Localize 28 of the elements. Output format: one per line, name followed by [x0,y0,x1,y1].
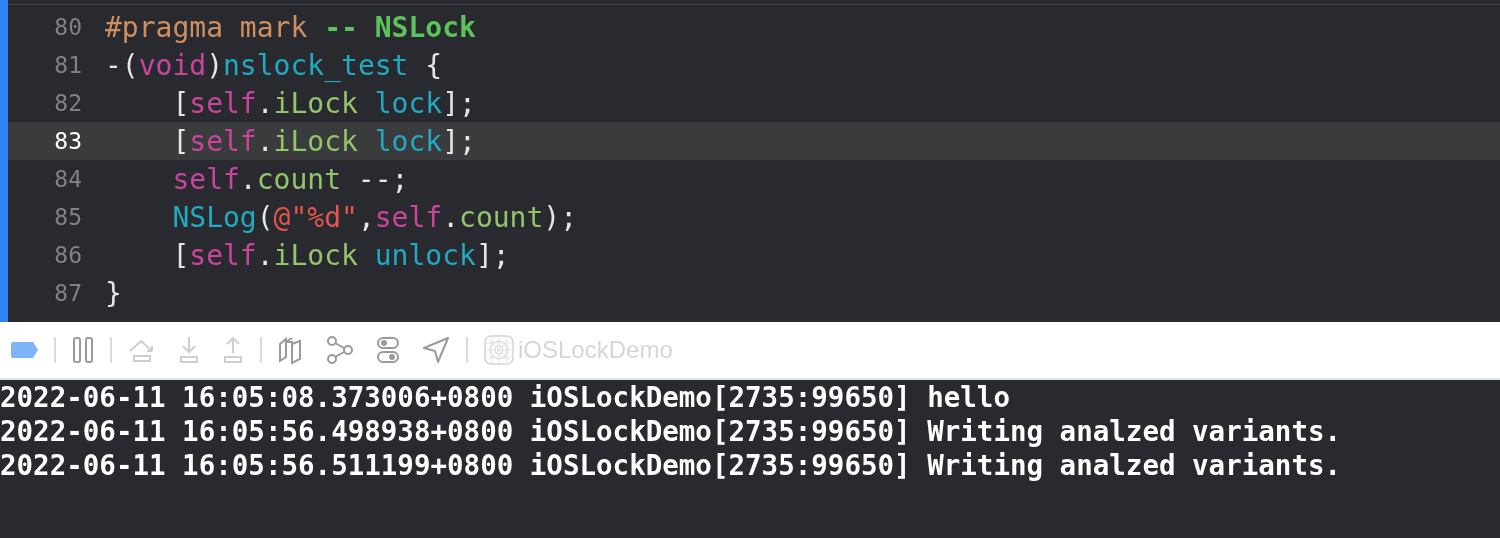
code-line: [self.iLock lock]; [171,124,476,158]
code-line: } [105,276,122,310]
line-number: 86 [53,242,82,268]
code-line: self.count --; [171,162,409,196]
step-over-icon[interactable] [128,337,156,363]
upload-icon[interactable] [222,336,244,364]
line-number: 85 [53,204,82,230]
log-line: 2022-06-11 16:05:08.373006+0800 iOSLockDemo[2735:99650] hello [0,380,1011,414]
location-arrow-icon[interactable] [422,336,450,364]
share-icon[interactable] [326,336,354,364]
code-line: #pragma mark -- NSLock [105,10,476,44]
app-icon[interactable] [484,335,514,365]
log-line: 2022-06-11 16:05:56.511199+0800 iOSLockDemo[2735:99650] Writing analzed variants. [0,448,1343,482]
log-line: 2022-06-11 16:05:56.498938+0800 iOSLockDemo[2735:99650] Writing analzed variants. [0,414,1343,448]
code-line: [self.iLock unlock]; [171,238,510,272]
toggles-icon[interactable] [376,336,400,364]
pause-icon[interactable] [72,336,94,364]
download-icon[interactable] [178,336,200,364]
code-line: [self.iLock lock]; [171,86,476,120]
code-line: NSLog(@"%d",self.count); [171,200,578,234]
line-number: 82 [53,90,82,116]
line-number: 83 [53,128,82,154]
tag-icon[interactable] [10,340,40,360]
line-number: 84 [53,166,82,192]
line-number: 81 [53,52,82,78]
code-line: -(void)nslock_test { [105,48,443,82]
line-number: 80 [53,14,82,40]
line-number: 87 [53,280,82,306]
